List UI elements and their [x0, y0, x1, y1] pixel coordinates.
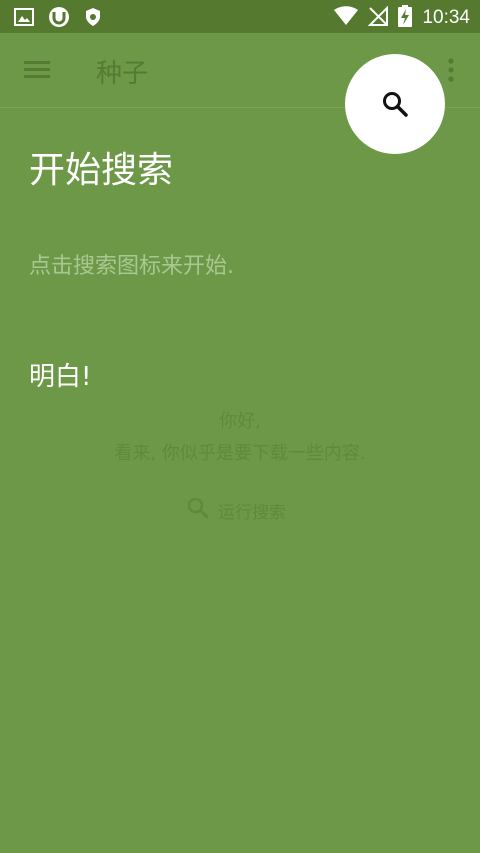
search-icon[interactable] [381, 90, 409, 118]
shield-icon [84, 7, 102, 31]
utorrent-icon [48, 6, 70, 32]
app-bar: 种子 [0, 33, 480, 154]
run-search-button[interactable]: 运行搜索 [186, 496, 286, 524]
clock: 10:34 [422, 7, 470, 28]
more-vert-icon[interactable] [447, 57, 455, 83]
wifi-icon [334, 6, 359, 30]
search-spotlight[interactable] [345, 54, 445, 154]
tip-title: 开始搜索 [29, 150, 174, 191]
search-icon [186, 496, 210, 524]
signal-icon [368, 5, 389, 30]
status-bar: 10:34 [0, 0, 480, 33]
run-search-label: 运行搜索 [218, 502, 286, 523]
tip-dismiss-button[interactable]: 明白! [29, 359, 91, 395]
app-title: 种子 [96, 59, 149, 89]
tip-description: 点击搜索图标来开始. [29, 254, 234, 279]
gallery-icon [14, 7, 34, 31]
menu-icon[interactable] [24, 59, 50, 81]
empty-greeting: 你好, [219, 411, 261, 432]
status-right-icons: 10:34 [334, 5, 470, 31]
status-left-icons [14, 6, 102, 32]
empty-message: 看来, 你似乎是要下载一些内容. [114, 443, 366, 464]
battery-charging-icon [398, 5, 413, 31]
